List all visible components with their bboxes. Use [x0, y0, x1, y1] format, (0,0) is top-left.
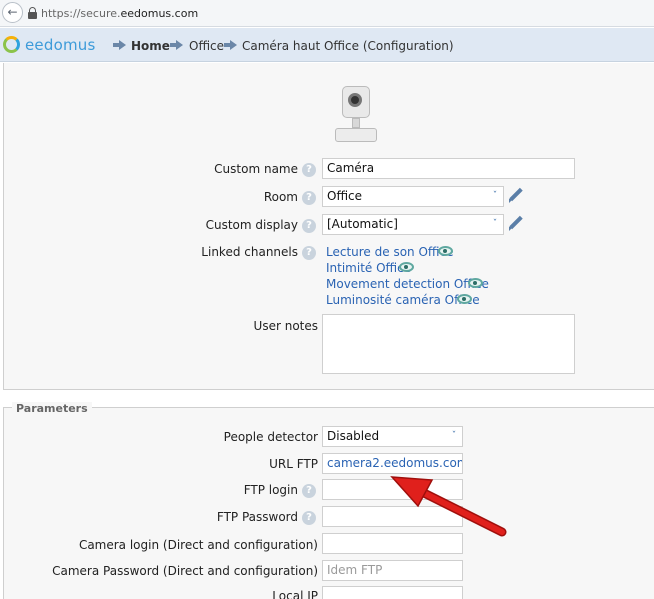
camera-device-icon [333, 82, 379, 146]
camera-login-label: Camera login (Direct and configuration) [78, 538, 318, 552]
user-notes-label: User notes [253, 319, 318, 333]
url-ftp-label: URL FTP [269, 457, 318, 471]
breadcrumb-arrow-icon [113, 40, 127, 50]
breadcrumb-arrow-icon [224, 40, 238, 50]
app-header: eedomus Home Office Caméra haut Office (… [0, 28, 654, 62]
breadcrumb-office[interactable]: Office [189, 39, 224, 53]
custom-display-label: Custom display [205, 218, 298, 232]
breadcrumb-current: Caméra haut Office (Configuration) [242, 39, 454, 53]
ftp-login-label: FTP login [243, 483, 298, 497]
camera-password-input[interactable]: Idem FTP [322, 560, 463, 581]
linked-channel-link[interactable]: Lecture de son Office [326, 245, 454, 259]
breadcrumb-arrow-icon [170, 40, 184, 50]
help-icon[interactable]: ? [302, 163, 316, 177]
help-icon[interactable]: ? [302, 246, 316, 260]
help-icon[interactable]: ? [302, 484, 316, 498]
lock-icon [28, 7, 37, 19]
eye-icon[interactable] [438, 246, 453, 256]
help-icon[interactable]: ? [302, 219, 316, 233]
ftp-password-label: FTP Password [216, 510, 298, 524]
user-notes-textarea[interactable] [322, 314, 575, 374]
edit-room-pencil-icon[interactable] [508, 188, 524, 204]
eedomus-logo-icon [3, 36, 20, 53]
browser-address-bar: ← https://secure.eedomus.com [0, 0, 654, 27]
linked-channel-link[interactable]: Movement detection Office [326, 277, 489, 291]
edit-display-pencil-icon[interactable] [508, 216, 524, 232]
people-detector-label: People detector [223, 430, 318, 444]
local-ip-input[interactable] [322, 586, 463, 599]
url-scheme: https://secure. [41, 7, 121, 20]
room-label: Room [263, 190, 298, 204]
parameters-legend: Parameters [12, 402, 92, 415]
url-text[interactable]: https://secure.eedomus.com [41, 7, 198, 20]
people-detector-select[interactable]: Disabled [322, 426, 463, 447]
help-icon[interactable]: ? [302, 191, 316, 205]
chevron-down-icon[interactable]: ˇ [447, 429, 461, 443]
chevron-down-icon[interactable]: ˇ [488, 189, 502, 203]
chevron-down-icon[interactable]: ˇ [488, 217, 502, 231]
custom-name-label: Custom name [214, 162, 298, 176]
logo-text[interactable]: eedomus [25, 36, 96, 54]
local-ip-label: Local IP [272, 589, 318, 599]
custom-name-input[interactable]: Caméra [322, 158, 575, 179]
camera-password-label: Camera Password (Direct and configuratio… [52, 564, 318, 578]
breadcrumb-home[interactable]: Home [131, 39, 170, 53]
eye-icon[interactable] [457, 294, 472, 304]
linked-channels-label: Linked channels [201, 245, 298, 259]
red-annotation-arrow-icon [390, 476, 507, 537]
eye-icon[interactable] [399, 262, 414, 272]
room-select[interactable]: Office [322, 186, 504, 207]
custom-display-select[interactable]: [Automatic] [322, 214, 504, 235]
back-arrow-icon[interactable]: ← [2, 2, 23, 23]
eye-icon[interactable] [468, 278, 483, 288]
help-icon[interactable]: ? [302, 511, 316, 525]
url-domain: eedomus.com [120, 7, 199, 20]
